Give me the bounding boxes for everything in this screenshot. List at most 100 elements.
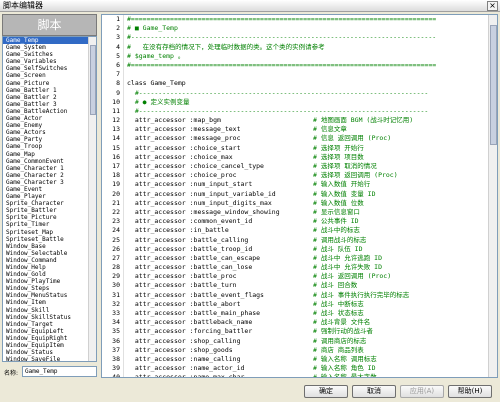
script-list-item[interactable]: Window_EquipItem (3, 342, 96, 349)
script-list-scrollbar[interactable] (88, 37, 96, 361)
code-line: attr_accessor :message_text # 信息文章 (127, 125, 489, 134)
script-list-item[interactable]: Game_Character 1 (3, 165, 96, 172)
script-list-item[interactable]: Window_Help (3, 264, 96, 271)
ok-button[interactable]: 确定 (304, 385, 348, 398)
accessor-comment: # 输入数值 变量 ID (313, 189, 376, 198)
line-number: 12 (112, 116, 120, 125)
title-bar: 脚本编辑器 × (0, 0, 500, 12)
script-list-item[interactable]: Window_SkillStatus (3, 314, 96, 321)
script-list-item[interactable]: Window_MenuStatus (3, 292, 96, 299)
script-list-item[interactable]: Game_System (3, 44, 96, 51)
script-list-item[interactable]: Window_Base (3, 243, 96, 250)
code-line: attr_accessor :message_window_showing # 显… (127, 208, 489, 217)
accessor-code: attr_accessor :choice_proc (127, 171, 237, 180)
script-list-item[interactable]: Game_Party (3, 136, 96, 143)
code-comment: # ● 定义实例变量 (127, 97, 190, 106)
script-list-item[interactable]: Window_Command (3, 257, 96, 264)
line-number: 26 (112, 244, 120, 253)
code-comment: #=======================================… (127, 15, 437, 23)
script-list-item[interactable]: Game_Enemy (3, 122, 96, 129)
script-list-item[interactable]: Game_Character 3 (3, 179, 96, 186)
line-number: 30 (112, 281, 120, 290)
code-line: attr_accessor :num_input_start # 输入数值 开始行 (127, 180, 489, 189)
script-list-item[interactable]: Window_Gold (3, 271, 96, 278)
accessor-comment: # 输入名称 调用标志 (313, 354, 377, 363)
code-line: #=======================================… (127, 15, 489, 24)
script-list-item[interactable]: Game_CommonEvent (3, 158, 96, 165)
script-list-item[interactable]: Game_Switches (3, 51, 96, 58)
script-list-item[interactable]: Window_Steps (3, 285, 96, 292)
script-list[interactable]: Game_Temp Game_System Game_Switches Game_Va… (2, 36, 97, 362)
accessor-code: attr_accessor :num_input_start (127, 180, 253, 189)
line-number: 20 (112, 189, 120, 198)
script-list-item[interactable]: Game_Picture (3, 80, 96, 87)
name-row: 名称: Game_Temp (2, 366, 97, 378)
script-list-item[interactable]: Window_Status (3, 349, 96, 356)
code-comment: # $game_temp 。 (127, 51, 185, 60)
script-list-item[interactable]: Game_Actors (3, 129, 96, 136)
code-editor[interactable]: 1 2 3 4 5 6 7 8 9 10 11 12 13 14 15 16 17 18 19 20 21 22 23 24 2… (101, 14, 498, 378)
script-list-item[interactable]: Game_BattleAction (3, 108, 96, 115)
accessor-code: attr_accessor :battle_can_lose (127, 263, 253, 272)
script-list-item[interactable]: Game_Event (3, 186, 96, 193)
script-list-item[interactable]: Spriteset_Battle (3, 236, 96, 243)
apply-button[interactable]: 应用(A) (400, 385, 444, 398)
accessor-comment: # 战斗中的标志 (313, 226, 360, 235)
script-list-item[interactable]: Window_PlayTime (3, 278, 96, 285)
script-list-item[interactable]: Window_EquipRight (3, 335, 96, 342)
code-line: attr_accessor :name_max_char# 输入名称 最大字数 (127, 373, 489, 377)
accessor-comment: # 选择项 取消的情况 (313, 162, 377, 170)
script-list-item[interactable]: Game_Temp (3, 37, 96, 45)
script-list-item[interactable]: Sprite_Battler (3, 207, 96, 214)
code-line: #---------------------------------------… (127, 33, 489, 42)
scrollbar-thumb[interactable] (90, 45, 96, 115)
editor-scrollbar[interactable] (488, 15, 497, 377)
code-line: attr_accessor :battle_troop_id # 战斗 队伍 ID (127, 245, 489, 254)
script-list-item[interactable]: Spriteset_Map (3, 229, 96, 236)
script-list-item[interactable]: Game_Player (3, 193, 96, 200)
line-number: 5 (116, 51, 120, 60)
script-list-item[interactable]: Game_Character 2 (3, 172, 96, 179)
script-list-item[interactable]: Window_Target (3, 321, 96, 328)
help-button[interactable]: 帮助(H) (448, 385, 492, 398)
script-list-item[interactable]: Window_SaveFile (3, 356, 96, 361)
code-comment: #---------------------------------------… (127, 88, 429, 97)
script-list-item[interactable]: Game_Troop (3, 143, 96, 150)
line-number: 34 (112, 318, 120, 327)
code-line: attr_accessor :battle_turn # 战斗 回合数 (127, 281, 489, 290)
script-list-item[interactable]: Game_Actor (3, 115, 96, 122)
script-list-item[interactable]: Sprite_Timer (3, 221, 96, 228)
accessor-comment: # 地图画面 BGM (战斗时记忆用) (313, 116, 414, 125)
line-number: 2 (116, 24, 120, 33)
accessor-comment: # 战斗中 允许逃跑 ID (313, 253, 382, 262)
close-icon[interactable]: × (487, 1, 498, 11)
script-list-item[interactable]: Sprite_Character (3, 200, 96, 207)
script-list-item[interactable]: Window_Item (3, 299, 96, 306)
script-list-item[interactable]: Game_Variables (3, 58, 96, 65)
accessor-code: attr_accessor :battleback_name (127, 318, 253, 327)
line-number: 14 (112, 134, 120, 143)
code-line: attr_accessor :battleback_name # 战斗背景 文件名 (127, 318, 489, 327)
accessor-comment: # 战斗中 允许失败 ID (313, 263, 382, 272)
script-name-field[interactable]: Game_Temp (22, 366, 97, 377)
code-area[interactable]: #=======================================… (127, 15, 489, 377)
accessor-comment: # 战斗 回合数 (313, 281, 358, 290)
script-list-item[interactable]: Game_Screen (3, 72, 96, 79)
code-line: attr_accessor :choice_max # 选择项 项目数 (127, 153, 489, 162)
script-list-item[interactable]: Window_Skill (3, 307, 96, 314)
accessor-code: attr_accessor :choice_start (127, 143, 241, 152)
script-list-item[interactable]: Game_Battler 2 (3, 94, 96, 101)
accessor-code: attr_accessor :battle_abort (127, 299, 241, 308)
script-list-item[interactable]: Sprite_Picture (3, 214, 96, 221)
script-list-item[interactable]: Game_Battler 1 (3, 87, 96, 94)
script-list-item[interactable]: Game_Battler 3 (3, 101, 96, 108)
script-list-item[interactable]: Game_SelfSwitches (3, 65, 96, 72)
script-list-item[interactable]: Window_EquipLeft (3, 328, 96, 335)
code-line: attr_accessor :battle_proc # 战斗 返回调用 (Pro… (127, 272, 489, 281)
code-line: #---------------------------------------… (127, 89, 489, 98)
script-list-item[interactable]: Game_Map (3, 151, 96, 158)
cancel-button[interactable]: 取消 (352, 385, 396, 398)
line-number-gutter: 1 2 3 4 5 6 7 8 9 10 11 12 13 14 15 16 17 18 19 20 21 22 23 24 2… (102, 15, 124, 377)
scrollbar-thumb[interactable] (490, 25, 497, 145)
script-list-item[interactable]: Window_Selectable (3, 250, 96, 257)
